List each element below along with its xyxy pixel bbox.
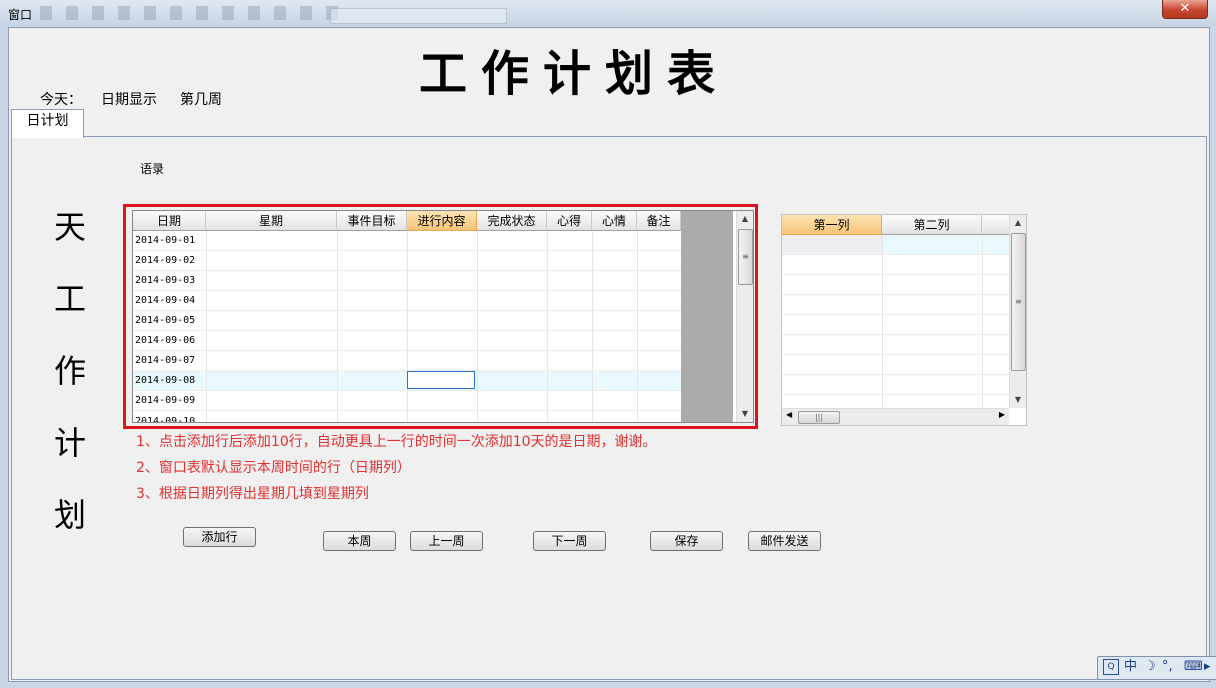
cell-date: 2014-09-07 [135,355,196,366]
grid-line [637,231,638,422]
this-week-button[interactable]: 本周 [323,531,396,551]
side-grid[interactable]: 第一列 第二列 ▲ ≡ ▼ ◀ ||| ▶ [781,214,1027,426]
grid-line [982,235,983,408]
page-title: 工作计划表 [419,46,730,102]
note-2: 2、窗口表默认显示本周时间的行（日期列） [136,460,411,476]
column-header-date[interactable]: 日期 [133,211,206,231]
cell-date: 2014-09-10 [135,416,196,423]
grid-line [477,231,478,422]
ime-logo-icon: Q [1103,659,1119,675]
grid-line [592,231,593,422]
keyboard-icon[interactable]: ⌨ [1184,657,1203,677]
scroll-up-icon[interactable]: ▲ [737,211,753,227]
window-client: 工作计划表 今天： 日期显示 第几周 日计划 语录 天 工 作 计 划 日期 星… [8,27,1210,682]
add-row-button[interactable]: 添加行 [183,527,256,547]
quote-label: 语录 [140,162,165,176]
vertical-title-char-5: 划 [53,496,86,534]
ime-toolbar[interactable]: Q 中 ☽ °, ⌨ ▸ [1097,656,1216,680]
close-button[interactable]: ✕ [1162,0,1208,19]
cell-date: 2014-09-06 [135,335,196,346]
column-header-remark[interactable]: 备注 [637,211,681,231]
plan-grid[interactable]: 日期 星期 事件目标 进行内容 完成状态 心得 心情 备注 2014-09-01… [132,210,754,423]
daily-plan-panel: 语录 天 工 作 计 划 日期 星期 事件目标 进行内容 完成状态 心得 心情 … [11,136,1207,680]
grid-line [206,231,207,422]
title-bar: 窗口 ✕ [0,0,1216,26]
scroll-down-icon[interactable]: ▼ [737,406,753,422]
column-header-first[interactable]: 第一列 [782,215,882,235]
grid-line [407,231,408,422]
vertical-title-char-1: 天 [53,208,86,246]
list-item[interactable] [782,275,1009,295]
scroll-thumb[interactable]: ||| [798,411,840,424]
cell-date: 2014-09-03 [135,275,196,286]
today-label: 今天： [40,92,82,108]
list-item[interactable] [782,375,1009,395]
vertical-title-char-4: 计 [53,424,86,462]
half-width-icon[interactable]: ☽ [1144,657,1156,677]
side-vertical-scrollbar[interactable]: ▲ ≡ ▼ [1009,215,1026,408]
note-1: 1、点击添加行后添加10行，自动更具上一行的时间一次添加10天的是日期，谢谢。 [136,434,657,450]
week-number: 第几周 [180,92,222,108]
cell-date: 2014-09-09 [135,395,196,406]
scroll-right-icon[interactable]: ▶ [999,410,1005,419]
window-title: 窗口 [8,8,33,22]
grid-line [337,231,338,422]
list-item[interactable] [782,355,1009,375]
list-item[interactable] [782,295,1009,315]
save-button[interactable]: 保存 [650,531,723,551]
column-header-goal[interactable]: 事件目标 [337,211,407,231]
scroll-up-icon[interactable]: ▲ [1010,215,1026,231]
vertical-scrollbar[interactable]: ▲ ≡ ▼ [736,211,753,422]
list-item[interactable] [782,315,1009,335]
send-mail-button[interactable]: 邮件发送 [748,531,821,551]
tab-daily-plan[interactable]: 日计划 [11,109,84,138]
cell-date: 2014-09-02 [135,255,196,266]
cell-date: 2014-09-01 [135,235,196,246]
prev-week-button[interactable]: 上一周 [410,531,483,551]
scroll-thumb[interactable]: ≡ [738,229,753,285]
toolbar-ghost [40,6,340,20]
active-cell[interactable] [407,371,475,389]
list-item[interactable] [782,255,1009,275]
scroll-thumb[interactable]: ≡ [1011,233,1026,371]
punctuation-icon[interactable]: °, [1162,657,1173,677]
side-horizontal-scrollbar[interactable]: ◀ ||| ▶ [782,408,1009,425]
toolbar-ghost-combo [330,8,507,24]
vertical-title-char-2: 工 [53,280,86,318]
cell-date: 2014-09-05 [135,315,196,326]
column-header-mood[interactable]: 心情 [592,211,637,231]
vertical-title-char-3: 作 [53,352,86,390]
next-week-button[interactable]: 下一周 [533,531,606,551]
column-header-insight[interactable]: 心得 [547,211,592,231]
scroll-left-icon[interactable]: ◀ [786,410,792,419]
cell-date: 2014-09-08 [135,375,196,386]
cell-date: 2014-09-04 [135,295,196,306]
note-3: 3、根据日期列得出星期几填到星期列 [136,486,369,502]
date-display: 日期显示 [101,92,157,108]
list-item[interactable] [782,335,1009,355]
grid-line [547,231,548,422]
column-header-status[interactable]: 完成状态 [477,211,547,231]
ime-mode-indicator[interactable]: 中 [1124,657,1137,677]
grid-empty-area [681,211,733,422]
ime-settings-icon[interactable]: ▸ [1204,657,1211,677]
column-header-filler [982,215,1009,235]
column-header-second[interactable]: 第二列 [882,215,982,235]
grid-line [882,235,883,408]
scroll-down-icon[interactable]: ▼ [1010,392,1026,408]
column-header-progress[interactable]: 进行内容 [407,211,477,231]
list-item[interactable] [782,235,1009,255]
column-header-weekday[interactable]: 星期 [206,211,337,231]
